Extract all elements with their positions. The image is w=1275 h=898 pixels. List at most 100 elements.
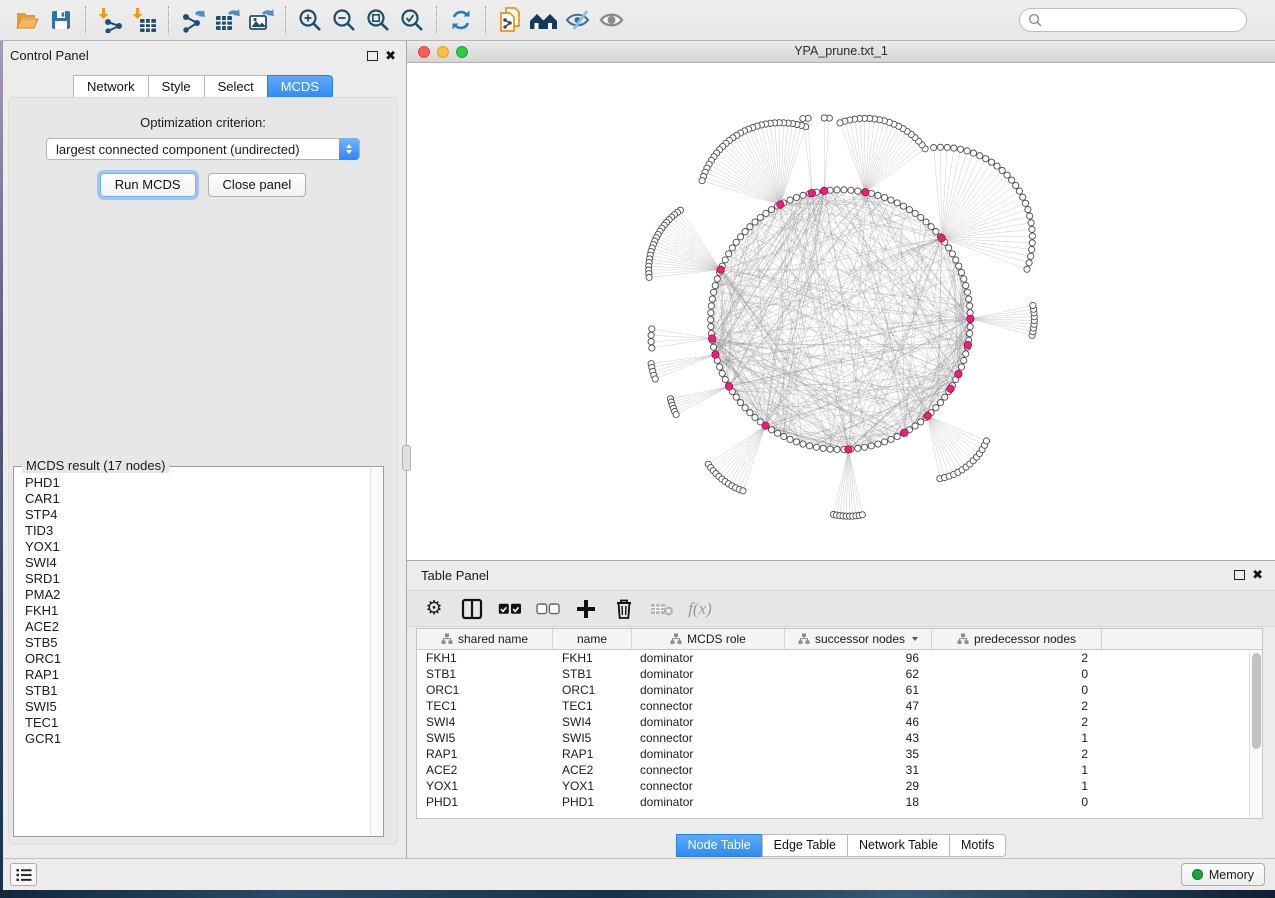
- search-input[interactable]: [1047, 13, 1238, 27]
- table-row[interactable]: SWI5 SWI5 connector 43 1: [417, 730, 1262, 746]
- mcds-result-item[interactable]: SRD1: [16, 571, 370, 587]
- mcds-result-item[interactable]: GCR1: [16, 731, 370, 747]
- mcds-result-item[interactable]: TID3: [16, 523, 370, 539]
- function-builder-button[interactable]: f(x): [683, 594, 717, 624]
- window-maximize-icon[interactable]: [456, 46, 468, 58]
- deselect-all-rows-icon: [536, 603, 560, 615]
- table-panel-tab[interactable]: Network Table: [847, 834, 949, 857]
- table-scrollbar[interactable]: [1249, 651, 1262, 818]
- search-field[interactable]: [1019, 8, 1247, 32]
- mcds-result-item[interactable]: ORC1: [16, 651, 370, 667]
- column-settings-button[interactable]: ⚙: [417, 594, 451, 624]
- panel-split-handle[interactable]: [402, 445, 411, 471]
- mcds-result-item[interactable]: STB5: [16, 635, 370, 651]
- deselect-all-rows-button[interactable]: [531, 594, 565, 624]
- mcds-result-title: MCDS result (17 nodes): [22, 458, 169, 473]
- delete-columns-button[interactable]: [607, 594, 641, 624]
- table-panel-tab[interactable]: Motifs: [949, 834, 1006, 857]
- table-body: FKH1 FKH1 dominator 96 2 STB1 STB1 domin…: [417, 650, 1262, 810]
- close-panel-icon[interactable]: ✖: [385, 51, 396, 61]
- select-all-rows-button[interactable]: [493, 594, 527, 624]
- duplicate-network-button[interactable]: [493, 4, 527, 36]
- table-row[interactable]: ACE2 ACE2 connector 31 1: [417, 762, 1262, 778]
- export-image-icon: [248, 7, 275, 33]
- split-view-button[interactable]: [455, 594, 489, 624]
- zoom-out-button[interactable]: [327, 4, 361, 36]
- memory-button[interactable]: Memory: [1181, 863, 1265, 886]
- mcds-result-item[interactable]: YOX1: [16, 539, 370, 555]
- attribute-hierarchy-icon: [441, 633, 453, 645]
- mcds-result-item[interactable]: SWI5: [16, 699, 370, 715]
- column-header[interactable]: MCDS role: [632, 629, 785, 649]
- mcds-result-item[interactable]: PMA2: [16, 587, 370, 603]
- zoom-selected-button[interactable]: [395, 4, 429, 36]
- zoom-in-button[interactable]: [293, 4, 327, 36]
- toolbar-separator: [85, 6, 86, 34]
- close-panel-button[interactable]: Close panel: [208, 173, 307, 197]
- network-graph: [407, 63, 1275, 560]
- table-panel-tab[interactable]: Node Table: [676, 834, 762, 857]
- table-row[interactable]: TEC1 TEC1 connector 47 2: [417, 698, 1262, 714]
- refresh-view-button[interactable]: [444, 4, 478, 36]
- import-network-icon: [97, 7, 123, 33]
- export-table-icon: [214, 7, 241, 33]
- control-panel-tab[interactable]: MCDS: [267, 75, 333, 99]
- export-image-button[interactable]: [244, 4, 278, 36]
- table-row[interactable]: FKH1 FKH1 dominator 96 2: [417, 650, 1262, 666]
- window-close-icon[interactable]: [418, 46, 430, 58]
- table-scrollbar-thumb[interactable]: [1252, 653, 1261, 749]
- mcds-result-item[interactable]: TEC1: [16, 715, 370, 731]
- mcds-result-group: MCDS result (17 nodes) PHD1CAR1STP4TID3Y…: [13, 466, 384, 837]
- mcds-result-item[interactable]: STB1: [16, 683, 370, 699]
- import-table-button[interactable]: [127, 4, 161, 36]
- export-table-button[interactable]: [210, 4, 244, 36]
- table-row[interactable]: PHD1 PHD1 dominator 18 0: [417, 794, 1262, 810]
- float-panel-icon[interactable]: [367, 51, 378, 61]
- optimization-criterion-label: Optimization criterion:: [9, 115, 397, 130]
- mcds-result-item[interactable]: SWI4: [16, 555, 370, 571]
- network-window-titlebar: YPA_prune.txt_1: [407, 41, 1275, 63]
- table-panel-tab[interactable]: Edge Table: [762, 834, 847, 857]
- export-network-button[interactable]: [176, 4, 210, 36]
- table-row[interactable]: RAP1 RAP1 dominator 35 2: [417, 746, 1262, 762]
- mcds-result-item[interactable]: CAR1: [16, 491, 370, 507]
- float-table-panel-icon[interactable]: [1234, 570, 1245, 580]
- show-selected-button[interactable]: [595, 4, 629, 36]
- column-header[interactable]: name: [553, 629, 632, 649]
- save-session-button[interactable]: [44, 4, 78, 36]
- split-view-icon: [461, 598, 483, 620]
- zoom-fit-button[interactable]: [361, 4, 395, 36]
- criterion-select[interactable]: largest connected component (undirected): [46, 138, 360, 160]
- show-all-button[interactable]: [527, 4, 561, 36]
- mcds-result-item[interactable]: RAP1: [16, 667, 370, 683]
- open-file-button[interactable]: [10, 4, 44, 36]
- mcds-result-item[interactable]: STP4: [16, 507, 370, 523]
- column-header[interactable]: shared name: [417, 629, 553, 649]
- column-header[interactable]: successor nodes: [785, 629, 932, 649]
- hide-selected-button[interactable]: [561, 4, 595, 36]
- control-panel-tab[interactable]: Network: [73, 75, 148, 99]
- table-row[interactable]: STB1 STB1 dominator 62 0: [417, 666, 1262, 682]
- add-column-button[interactable]: [569, 594, 603, 624]
- control-panel-tab[interactable]: Style: [148, 75, 204, 99]
- run-mcds-button[interactable]: Run MCDS: [100, 173, 196, 197]
- mcds-result-item[interactable]: PHD1: [16, 475, 370, 491]
- table-row[interactable]: YOX1 YOX1 connector 29 1: [417, 778, 1262, 794]
- task-history-button[interactable]: [10, 863, 37, 886]
- mcds-result-item[interactable]: FKH1: [16, 603, 370, 619]
- show-selected-eye-icon: [599, 8, 626, 32]
- delete-table-button[interactable]: [645, 594, 679, 624]
- table-row[interactable]: SWI4 SWI4 dominator 46 2: [417, 714, 1262, 730]
- network-canvas[interactable]: [407, 63, 1275, 560]
- control-panel-tab[interactable]: Select: [204, 75, 267, 99]
- window-minimize-icon[interactable]: [437, 46, 449, 58]
- delete-columns-icon: [613, 597, 635, 620]
- close-table-panel-icon[interactable]: ✖: [1252, 570, 1263, 580]
- column-header[interactable]: predecessor nodes: [932, 629, 1102, 649]
- function-builder-icon: f(x): [688, 599, 712, 619]
- control-panel: Control Panel ✖ NetworkStyleSelectMCDS O…: [0, 41, 406, 858]
- mcds-result-item[interactable]: ACE2: [16, 619, 370, 635]
- mcds-list-scrollbar[interactable]: [370, 468, 382, 835]
- table-row[interactable]: ORC1 ORC1 dominator 61 0: [417, 682, 1262, 698]
- import-network-button[interactable]: [93, 4, 127, 36]
